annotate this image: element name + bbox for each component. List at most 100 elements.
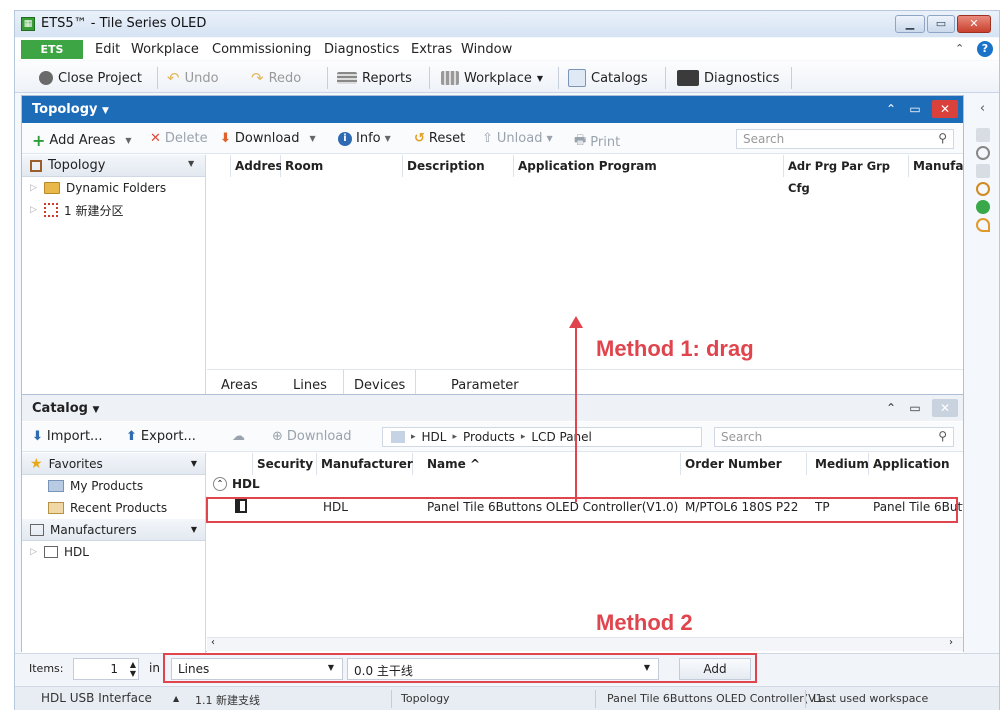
column-header-room[interactable]: Room (281, 155, 403, 177)
panel-collapse-icon[interactable]: ⌃ (880, 100, 902, 118)
breadcrumb-item[interactable]: Products (463, 430, 515, 444)
properties-icon[interactable] (975, 128, 990, 142)
catalog-search-input[interactable]: Search ⚲ (714, 427, 954, 447)
toolbar-separator (558, 67, 559, 89)
download-button[interactable]: ⬇ Download ▼ (220, 131, 316, 146)
redo-button[interactable]: ↷ Redo (251, 68, 301, 88)
panel-maximize-icon[interactable]: ▭ (904, 100, 926, 118)
tree-item-label: HDL (64, 545, 89, 559)
list-icon[interactable] (975, 164, 990, 178)
horizontal-scrollbar[interactable]: ‹ › (207, 637, 963, 651)
diagnostics-button[interactable]: Diagnostics (677, 68, 779, 88)
minimize-button[interactable]: ▁ (895, 15, 925, 33)
menu-diagnostics[interactable]: Diagnostics (324, 42, 399, 57)
breadcrumb-item[interactable]: LCD Panel (531, 430, 592, 444)
column-header-manufacturer[interactable]: Manufa (909, 155, 963, 177)
tab-parameter[interactable]: Parameter (441, 378, 529, 393)
topology-search-input[interactable]: Search ⚲ (736, 129, 954, 149)
panel-collapse-icon[interactable]: ⌃ (880, 399, 902, 417)
column-header-order-number[interactable]: Order Number (681, 453, 807, 475)
toolbar-separator (791, 67, 792, 89)
panel-close-button[interactable]: ✕ (932, 100, 958, 118)
items-quantity-stepper[interactable]: 1 ▲ ▼ (73, 658, 139, 680)
expand-triangle-icon[interactable]: ▷ (30, 183, 38, 193)
panel-maximize-icon[interactable]: ▭ (904, 399, 926, 417)
chevron-down-icon[interactable]: ▼ (125, 136, 131, 145)
menu-extras[interactable]: Extras (411, 42, 452, 57)
column-header-security[interactable]: Security (253, 453, 317, 475)
manufacturers-section-header[interactable]: Manufacturers ▼ (22, 519, 205, 541)
help-icon[interactable]: ? (977, 41, 993, 57)
tree-item-hdl[interactable]: ▷ HDL (22, 541, 205, 563)
import-button[interactable]: ⬇ Import... (32, 429, 102, 444)
status-line: 1.1 新建支线 (195, 694, 260, 707)
status-divider (595, 690, 596, 708)
reports-button[interactable]: Reports (337, 68, 412, 88)
column-header-description[interactable]: Description (403, 155, 514, 177)
collapse-ribbon-icon[interactable]: ⌃ (955, 42, 964, 55)
topology-panel: Topology ▼ ⌃ ▭ ✕ + Add Areas ▼ ✕ Delete … (21, 95, 964, 402)
column-header-manufacturer[interactable]: Manufacturer (317, 453, 413, 475)
search-placeholder: Search (721, 430, 763, 444)
workplace-button[interactable]: Workplace ▼ (441, 68, 543, 88)
search-icon: ⚲ (938, 429, 947, 443)
tree-item-my-products[interactable]: My Products (22, 475, 205, 497)
column-header-name[interactable]: Name ^ (423, 453, 681, 475)
export-button[interactable]: ⬆ Export... (126, 429, 196, 444)
topology-panel-title[interactable]: Topology ▼ (32, 102, 109, 117)
tree-item-area[interactable]: ▷ 1 新建分区 (22, 199, 205, 221)
undo-button[interactable]: ↶ Undo (167, 68, 219, 88)
status-up-arrow-icon[interactable]: ▲ (173, 694, 179, 703)
column-header-application[interactable]: Application (869, 453, 963, 475)
catalog-breadcrumb[interactable]: ▸ HDL ▸ Products ▸ LCD Panel (382, 427, 702, 447)
breadcrumb-item[interactable]: HDL (422, 430, 447, 444)
tab-lines[interactable]: Lines (283, 378, 337, 393)
menu-workplace[interactable]: Workplace (131, 42, 199, 57)
topology-tree-header[interactable]: Topology ▼ (22, 155, 205, 177)
add-areas-button[interactable]: + Add Areas ▼ (32, 131, 132, 150)
clock-icon[interactable] (975, 182, 990, 196)
column-header-application-program[interactable]: Application Program (514, 155, 784, 177)
delete-button[interactable]: ✕ Delete (150, 131, 208, 146)
cloud-icon[interactable]: ☁ (232, 429, 245, 444)
restore-button[interactable]: ▭ (927, 15, 955, 33)
menu-window[interactable]: Window (461, 42, 512, 57)
ets-menu-tab[interactable]: ETS (21, 40, 83, 59)
column-header-medium[interactable]: Medium (811, 453, 869, 475)
expand-triangle-icon[interactable]: ▷ (30, 547, 38, 557)
search-icon[interactable] (975, 146, 990, 160)
tree-item-dynamic-folders[interactable]: ▷ Dynamic Folders (22, 177, 205, 199)
tab-areas[interactable]: Areas (211, 378, 268, 393)
tree-item-label: 1 新建分区 (64, 203, 124, 218)
catalog-download-button[interactable]: ⊕ Download (272, 429, 352, 444)
panel-close-button[interactable]: ✕ (932, 399, 958, 417)
undo-history-icon[interactable] (975, 218, 990, 232)
catalogs-button[interactable]: Catalogs (568, 68, 648, 88)
scroll-right-icon[interactable]: › (949, 637, 953, 648)
stepper-arrows-icon[interactable]: ▲ ▼ (130, 660, 136, 678)
play-icon[interactable] (975, 200, 990, 214)
column-header-flags[interactable]: Adr Prg Par Grp Cfg (784, 155, 909, 195)
column-header-address[interactable]: Addres (231, 155, 283, 177)
status-interface[interactable]: HDL USB Interface (41, 691, 152, 705)
expand-triangle-icon[interactable]: ▷ (30, 205, 38, 215)
scroll-left-icon[interactable]: ‹ (211, 637, 215, 648)
chevron-down-icon[interactable]: ▼ (310, 134, 316, 143)
close-button[interactable]: ✕ (957, 15, 991, 33)
close-project-button[interactable]: Close Project (39, 68, 142, 88)
favorites-section-header[interactable]: ★ Favorites ▼ (22, 453, 205, 475)
diagnostics-icon (677, 70, 699, 86)
print-button[interactable]: 🖶 Print (574, 131, 620, 153)
search-placeholder: Search (743, 132, 785, 146)
unload-button[interactable]: ⇧ Unload ▼ (482, 131, 553, 146)
chevron-down-icon: ▼ (102, 106, 109, 116)
menu-commissioning[interactable]: Commissioning (212, 42, 311, 57)
rail-collapse-icon[interactable]: ‹ (966, 101, 999, 116)
collapse-group-icon[interactable]: ⌃ (213, 477, 227, 491)
menu-edit[interactable]: Edit (95, 42, 120, 57)
catalog-panel-title[interactable]: Catalog ▼ (32, 401, 99, 416)
reset-button[interactable]: ↺ Reset (414, 131, 465, 146)
group-row-hdl[interactable]: ⌃ HDL (213, 477, 260, 491)
info-button[interactable]: i Info ▼ (338, 131, 391, 146)
tree-item-recent-products[interactable]: Recent Products (22, 497, 205, 519)
